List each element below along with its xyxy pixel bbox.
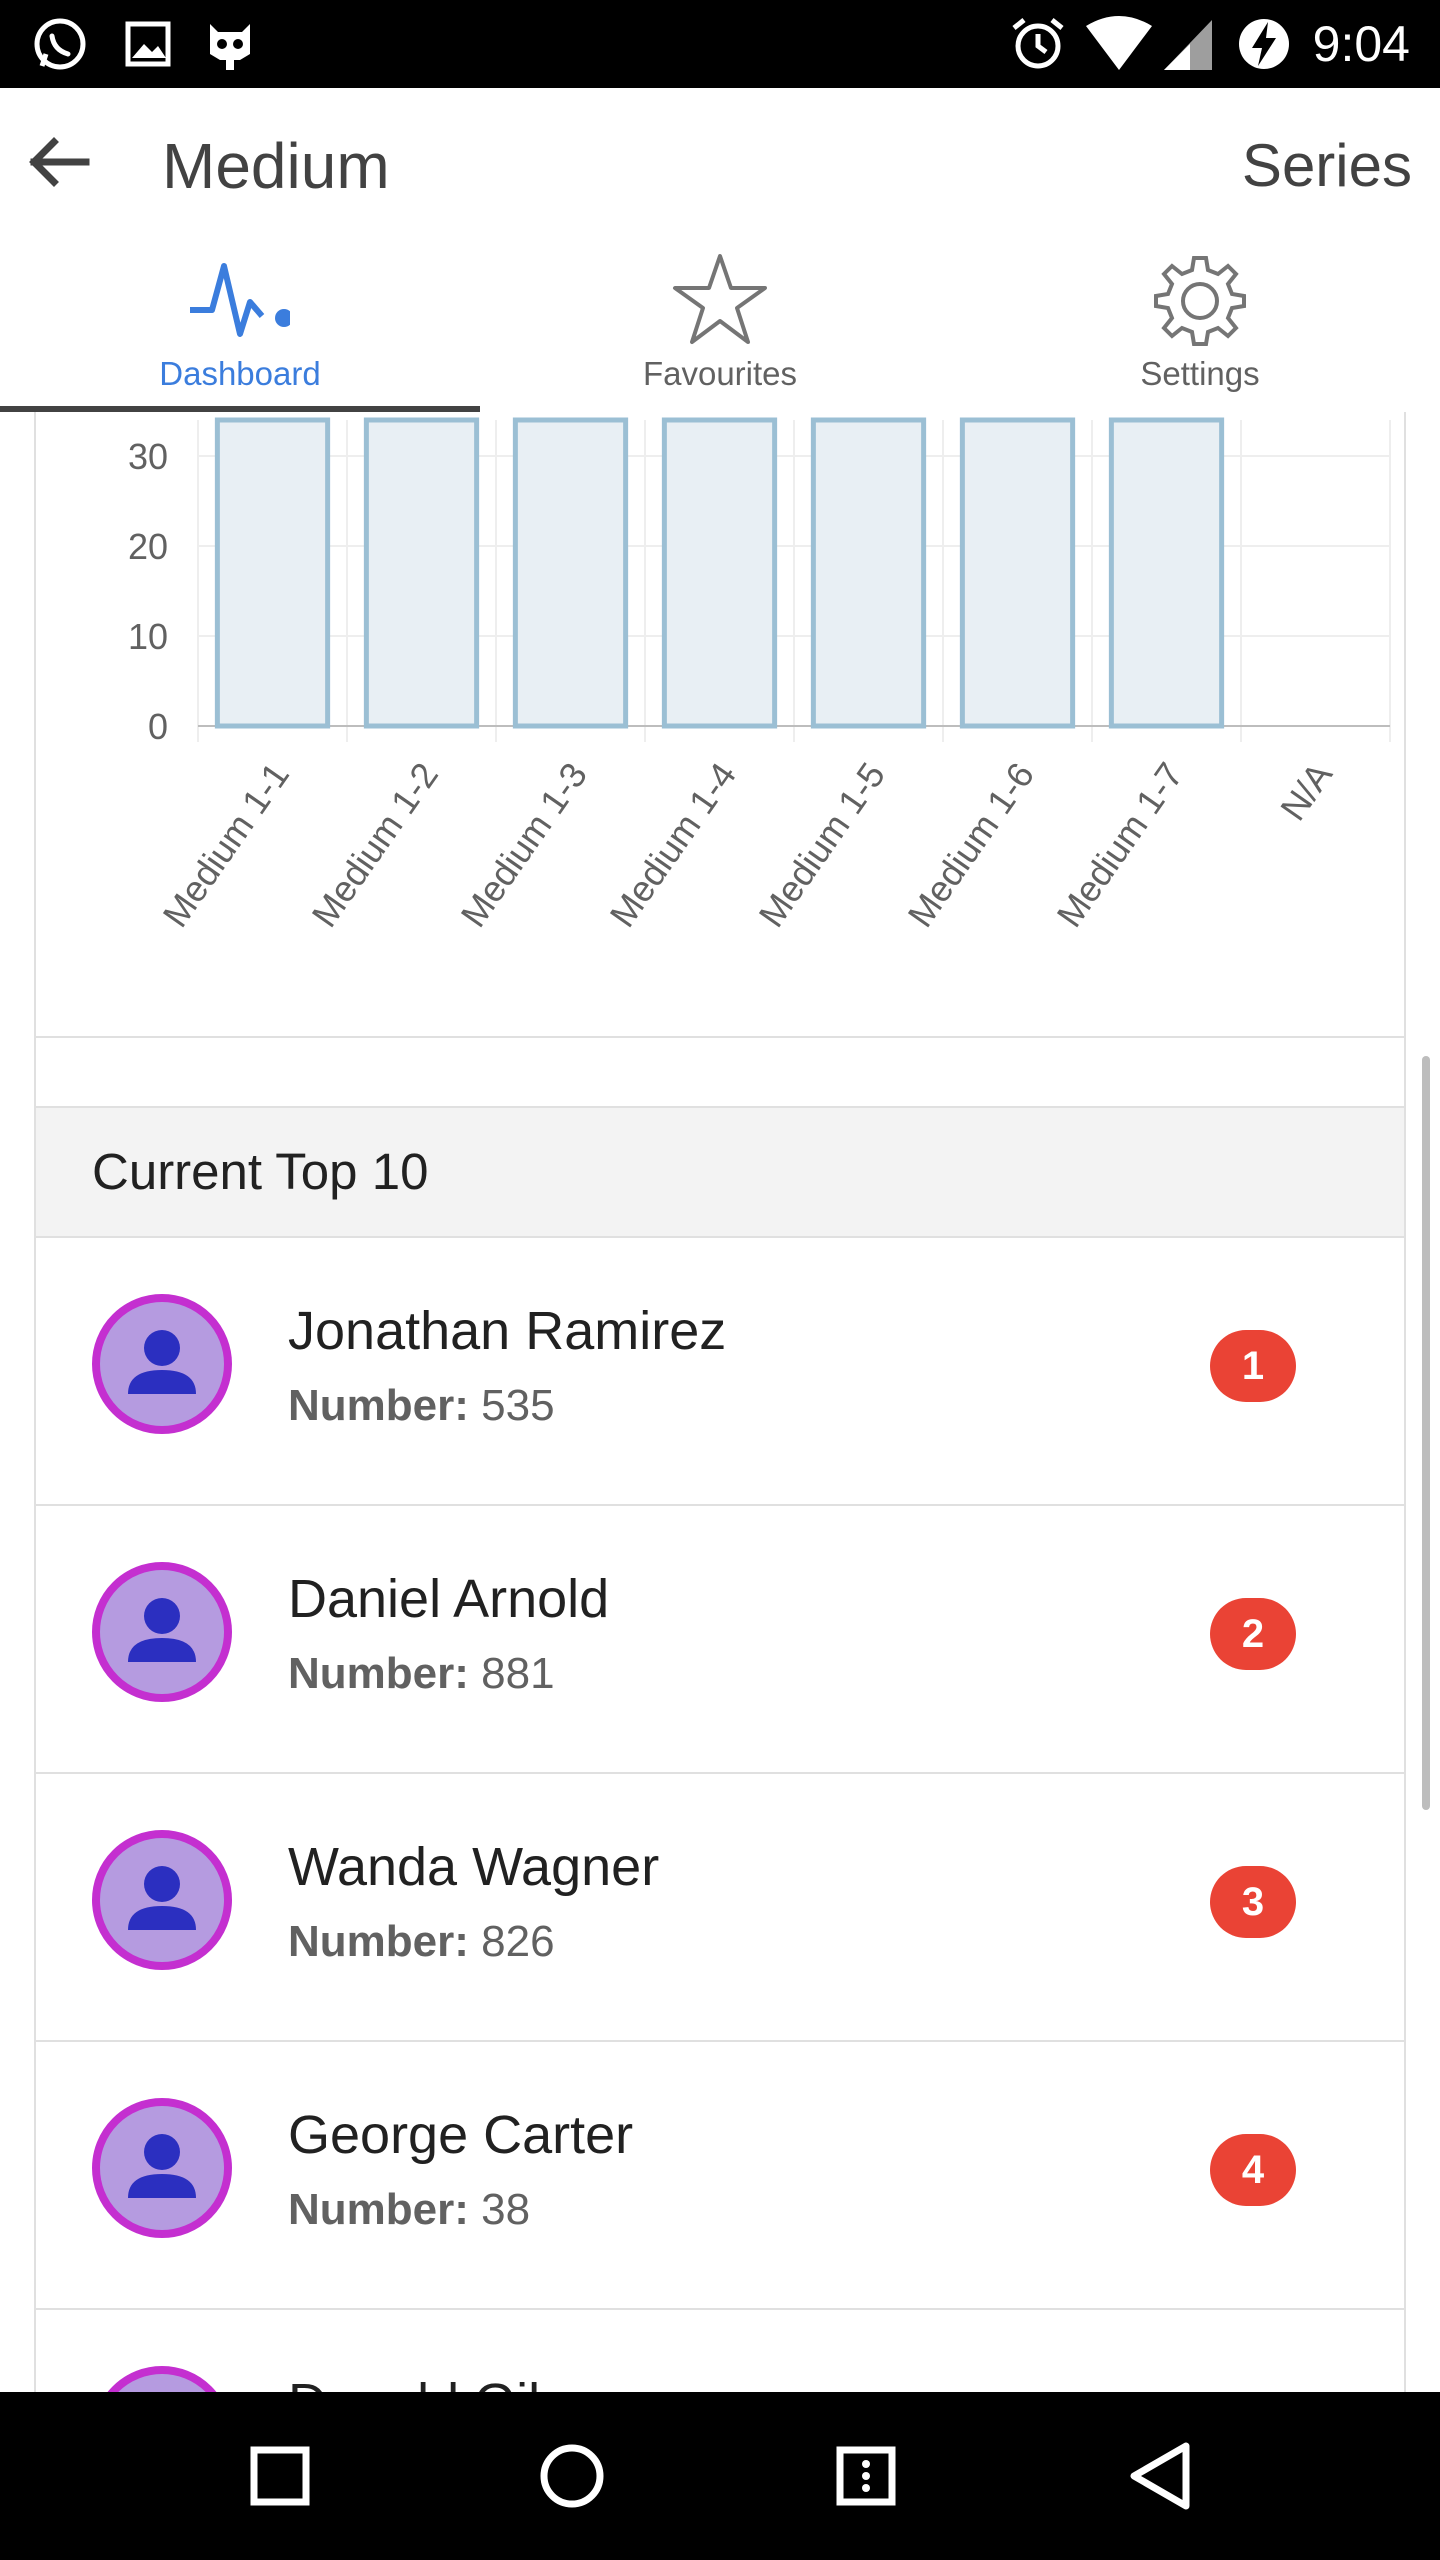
- alarm-icon: [1012, 18, 1064, 69]
- person-name: George Carter: [288, 2105, 634, 2165]
- avatar: [92, 1294, 232, 1434]
- scrollbar[interactable]: [1422, 1056, 1430, 1810]
- clock: 9:04: [1312, 16, 1410, 72]
- rank-badge: 3: [1210, 1866, 1296, 1938]
- avatar: [92, 1562, 232, 1702]
- list-item[interactable]: Donald GibsonNumber: 5: [36, 2310, 1404, 2392]
- tab-label: Settings: [1140, 355, 1260, 392]
- home-circle-icon[interactable]: [522, 2426, 622, 2526]
- x-tick-label: Medium 1-6: [899, 755, 1042, 934]
- person-number: Number: 881: [288, 1646, 555, 1702]
- star-icon: [673, 254, 767, 344]
- bar-chart: 0102030Medium 1-1 Medium 1-2 Medium 1-3 Med…: [128, 417, 1391, 934]
- person-icon: [128, 1598, 196, 1662]
- navigation-bar: [0, 2392, 1440, 2560]
- x-tick-label: Medium 1-5: [750, 755, 893, 934]
- gear-icon: [1154, 256, 1246, 346]
- x-tick-label: Medium 1-4: [601, 755, 744, 934]
- cyanogen-icon: [210, 24, 250, 70]
- pulse-icon: [190, 263, 290, 337]
- whatsapp-icon: [34, 18, 86, 70]
- app-bar: Medium Series: [0, 88, 1440, 238]
- dashboard-content[interactable]: 0 10 20 30 Medium 1-1 Medium 1-2 Medium 1-3 Med…: [0, 412, 1440, 2392]
- number-label: Number:: [288, 1649, 469, 1698]
- rank-badge: 1: [1210, 1330, 1296, 1402]
- bar: [214, 417, 331, 729]
- bar: [1108, 417, 1225, 729]
- x-tick-label: Medium 1-7: [1048, 755, 1191, 934]
- person-name: Jonathan Ramirez: [288, 1301, 727, 1361]
- bar: [363, 417, 480, 729]
- signal-icon: [1164, 20, 1212, 70]
- tab-label: Dashboard: [159, 355, 321, 392]
- person-number: Number: 535: [288, 1378, 555, 1434]
- number-value: 826: [481, 1917, 555, 1966]
- person-icon: [100, 2374, 224, 2392]
- tab-favourites[interactable]: Favourites: [480, 238, 960, 412]
- person-name: Daniel Arnold: [288, 1569, 610, 1629]
- rank-badge: 4: [1210, 2134, 1296, 2206]
- menu-icon[interactable]: [816, 2426, 916, 2526]
- rank-badge: 2: [1210, 1598, 1296, 1670]
- bar: [512, 417, 629, 729]
- series-button[interactable]: Series: [1242, 126, 1412, 206]
- person-number: Number: 38: [288, 2182, 530, 2238]
- x-tick-label: Medium 1-3: [452, 755, 595, 934]
- y-tick-label: 0: [148, 706, 168, 747]
- chart-card: 0 10 20 30 Medium 1-1 Medium 1-2 Medium 1-3 Med…: [34, 412, 1406, 1038]
- tab-dashboard[interactable]: Dashboard: [0, 238, 480, 412]
- avatar: [92, 1830, 232, 1970]
- x-tick-label: N/A: [1272, 755, 1340, 828]
- x-tick-label: Medium 1-2: [303, 755, 446, 934]
- number-label: Number:: [288, 1381, 469, 1430]
- person-icon: [128, 2134, 196, 2198]
- tab-label: Favourites: [642, 355, 798, 392]
- list-item[interactable]: George Carter Number: 38 4: [36, 2042, 1404, 2310]
- battery-charging-icon: [1239, 19, 1289, 69]
- gallery-icon: [125, 21, 171, 67]
- list-item[interactable]: Jonathan Ramirez Number: 535 1: [36, 1238, 1404, 1506]
- list-item[interactable]: Daniel Arnold Number: 881 2: [36, 1506, 1404, 1774]
- tab-settings[interactable]: Settings: [960, 238, 1440, 412]
- tab-bar: Dashboard Favourites Settings: [0, 238, 1440, 414]
- number-label: Number:: [288, 2185, 469, 2234]
- number-value: 535: [481, 1381, 555, 1430]
- y-tick-label: 30: [128, 436, 168, 477]
- number-value: 38: [481, 2185, 531, 2234]
- top10-card: Current Top 10 Jonathan Ramirez Number: 5…: [34, 1106, 1406, 2392]
- person-icon: [128, 1866, 196, 1930]
- list-item[interactable]: Wanda Wagner Number: 826 3: [36, 1774, 1404, 2042]
- person-number: Number: 826: [288, 1914, 555, 1970]
- back-arrow-icon[interactable]: [20, 122, 100, 202]
- number-value: 881: [481, 1649, 555, 1698]
- top10-header: Current Top 10: [36, 1108, 1404, 1238]
- bar: [810, 417, 927, 729]
- avatar: [92, 2366, 232, 2392]
- bar: [959, 417, 1076, 729]
- y-tick-label: 10: [128, 616, 168, 657]
- person-name: Donald Gibson: [288, 2370, 645, 2392]
- top10-title: Current Top 10: [92, 1143, 429, 1200]
- back-triangle-icon[interactable]: [1112, 2426, 1212, 2526]
- wifi-icon: [1086, 16, 1152, 70]
- bar: [661, 417, 778, 729]
- person-icon: [128, 1330, 196, 1394]
- status-bar: 9:04: [0, 0, 1440, 88]
- page-title: Medium: [162, 130, 390, 202]
- x-tick-label: Medium 1-1: [154, 755, 297, 934]
- number-label: Number:: [288, 1917, 469, 1966]
- recents-square-icon[interactable]: [230, 2426, 330, 2526]
- top10-list: Jonathan Ramirez Number: 535 1 Daniel Arnol…: [36, 1238, 1404, 2392]
- y-tick-label: 20: [128, 526, 168, 567]
- avatar: [92, 2098, 232, 2238]
- person-name: Wanda Wagner: [288, 1837, 660, 1897]
